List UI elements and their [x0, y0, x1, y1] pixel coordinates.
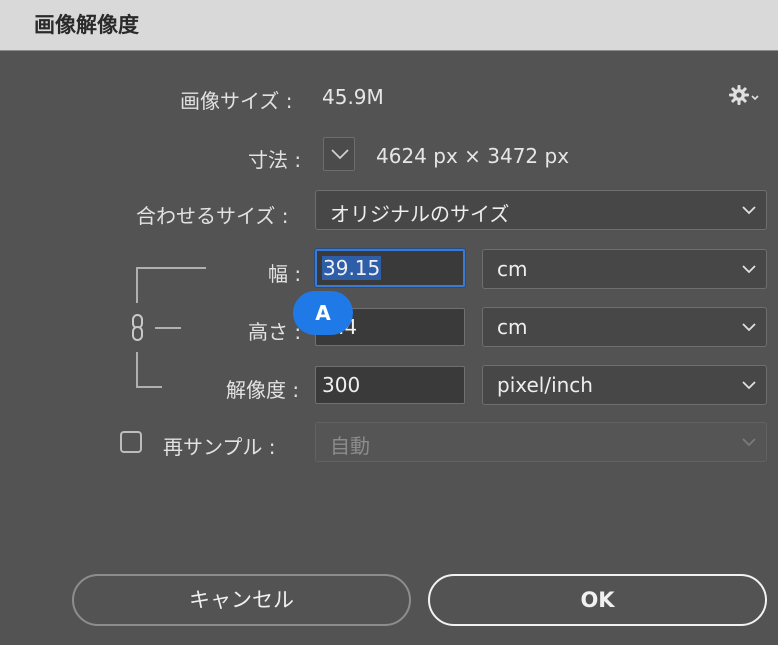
cancel-button[interactable]: キャンセル [72, 574, 411, 626]
title-bar: 画像解像度 [0, 0, 778, 51]
chevron-down-icon [331, 149, 349, 160]
chevron-down-icon [742, 323, 756, 332]
window-title: 画像解像度 [34, 13, 139, 37]
resample-method-select: 自動 [315, 422, 767, 462]
ok-button[interactable]: OK [428, 574, 767, 626]
width-label: 幅 : [268, 262, 302, 286]
link-connector [155, 327, 181, 329]
chevron-down-icon [742, 265, 756, 274]
chevron-down-icon [742, 206, 756, 215]
constrain-bracket-bottom [136, 352, 162, 388]
width-input[interactable]: 39.15 [315, 249, 465, 287]
resolution-input[interactable]: 300 [315, 366, 465, 404]
resolution-label: 解像度 : [226, 378, 300, 402]
width-value: 39.15 [322, 256, 382, 280]
width-unit-select[interactable]: cm [482, 249, 767, 289]
height-unit-select[interactable]: cm [482, 307, 767, 347]
resample-checkbox[interactable] [120, 431, 142, 453]
link-icon[interactable] [130, 313, 148, 347]
annotation-badge: A [293, 291, 353, 335]
fit-to-selected: オリジナルのサイズ [330, 202, 510, 226]
dimensions-value: 4624 px × 3472 px [376, 144, 570, 168]
resample-method: 自動 [330, 434, 370, 458]
gear-icon[interactable] [727, 82, 761, 108]
constrain-bracket-top [136, 267, 206, 303]
chevron-down-icon [742, 381, 756, 390]
chevron-down-icon [742, 438, 756, 447]
resample-label: 再サンプル : [163, 435, 276, 459]
height-unit: cm [497, 315, 528, 339]
image-size-value: 45.9M [322, 85, 384, 109]
fit-to-label: 合わせるサイズ : [136, 204, 289, 228]
fit-to-select[interactable]: オリジナルのサイズ [315, 190, 767, 230]
resolution-unit: pixel/inch [497, 373, 593, 397]
height-label: 高さ : [248, 320, 302, 344]
resolution-value: 300 [322, 373, 361, 397]
dimensions-label: 寸法 : [248, 148, 302, 172]
resolution-unit-select[interactable]: pixel/inch [482, 365, 767, 405]
image-size-label: 画像サイズ : [180, 89, 293, 113]
dimensions-unit-toggle[interactable] [323, 137, 355, 171]
width-unit: cm [497, 257, 528, 281]
